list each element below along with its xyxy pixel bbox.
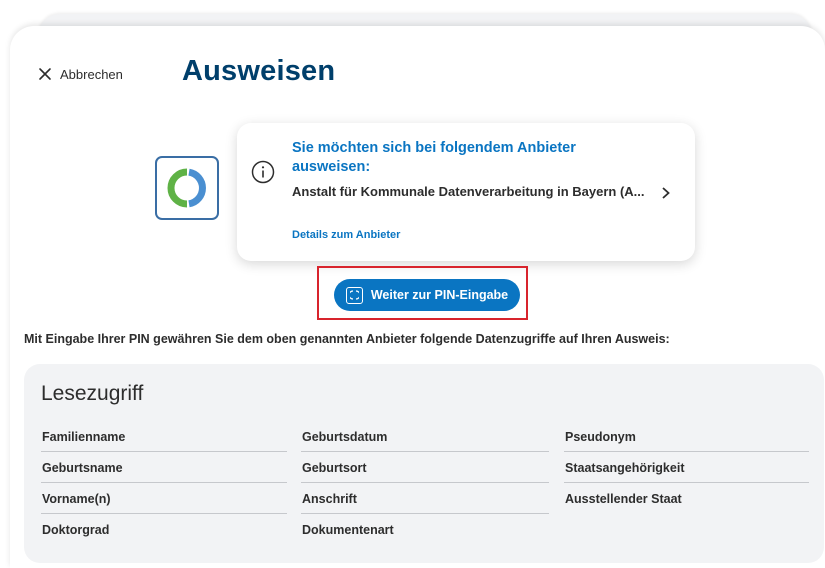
page-title: Ausweisen [182, 55, 336, 87]
chevron-right-icon[interactable] [661, 186, 671, 204]
divider [41, 451, 287, 452]
pin-entry-button[interactable]: Weiter zur PIN-Eingabe [334, 279, 520, 311]
field-item: Pseudonym [565, 430, 636, 444]
divider [41, 482, 287, 483]
field-item: Geburtsdatum [302, 430, 388, 444]
provider-name: Anstalt für Kommunale Datenverarbeitung … [292, 184, 645, 199]
id-card-icon [345, 286, 363, 304]
field-item: Geburtsort [302, 461, 367, 475]
cancel-label: Abbrechen [60, 66, 123, 82]
divider [41, 513, 287, 514]
field-item: Dokumentenart [302, 523, 394, 537]
read-access-panel [24, 364, 824, 563]
cancel-button[interactable]: Abbrechen [38, 64, 123, 84]
divider [564, 482, 809, 483]
field-item: Geburtsname [42, 461, 123, 475]
app-logo-mark [167, 168, 206, 208]
close-icon [38, 67, 52, 81]
app-logo [155, 156, 219, 220]
field-item: Vorname(n) [42, 492, 111, 506]
field-item: Doktorgrad [42, 523, 110, 537]
access-notice: Mit Eingabe Ihrer PIN gewähren Sie dem o… [24, 332, 670, 346]
field-item: Ausstellender Staat [565, 492, 682, 506]
field-item: Anschrift [302, 492, 357, 506]
field-item: Staatsangehörigkeit [565, 461, 685, 475]
provider-heading: Sie möchten sich bei folgendem Anbieter … [292, 140, 576, 175]
divider [301, 482, 549, 483]
pin-entry-label: Weiter zur PIN-Eingabe [370, 288, 509, 302]
divider [301, 451, 549, 452]
info-icon [251, 160, 275, 189]
divider [564, 451, 809, 452]
read-access-title: Lesezugriff [41, 382, 144, 405]
field-item: Familienname [42, 430, 126, 444]
divider [301, 513, 549, 514]
provider-details-link[interactable]: Details zum Anbieter [292, 229, 400, 241]
